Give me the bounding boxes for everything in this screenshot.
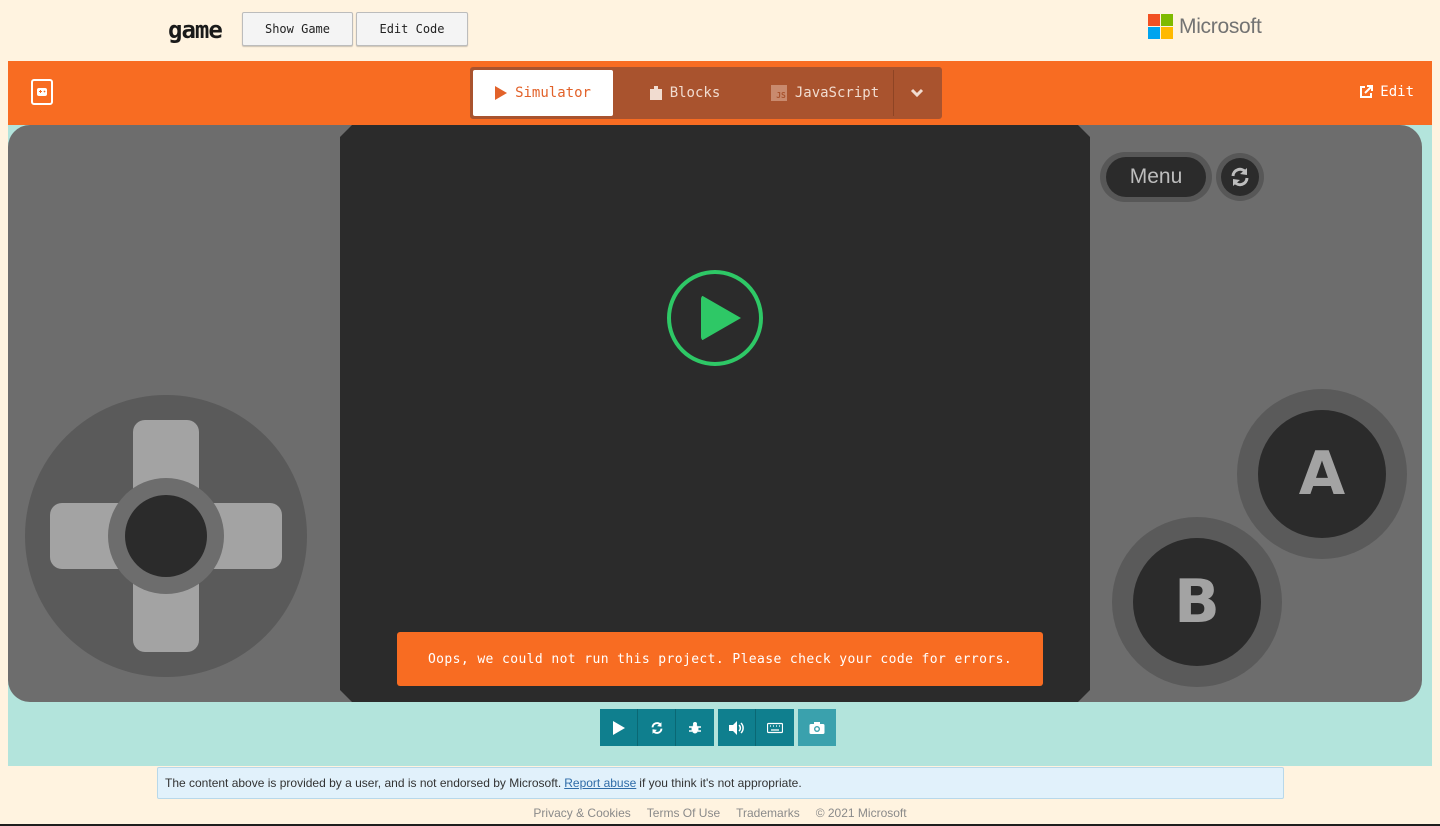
disclaimer-text-end: if you think it's not appropriate. [639, 776, 802, 790]
play-icon [612, 720, 625, 735]
dpad[interactable] [25, 395, 307, 677]
top-bar: game Show Game Edit Code Microsoft [0, 0, 1440, 60]
terms-link[interactable]: Terms Of Use [647, 806, 720, 820]
play-icon [701, 295, 741, 341]
sound-button[interactable] [718, 709, 756, 746]
editor-header: Simulator Blocks JS JavaScript Edit [8, 61, 1432, 125]
copyright-text: © 2021 Microsoft [815, 806, 907, 820]
b-button-label: B [1133, 538, 1261, 666]
refresh-icon [1221, 158, 1259, 196]
tab-blocks[interactable]: Blocks [613, 70, 757, 116]
camera-icon [809, 721, 825, 734]
refresh-icon [651, 721, 662, 734]
screenshot-button[interactable] [798, 709, 836, 746]
arcade-logo-icon[interactable] [31, 79, 53, 105]
keyboard-icon [767, 722, 783, 733]
page-title: game [168, 16, 223, 44]
chevron-down-icon [910, 88, 923, 98]
report-abuse-link[interactable]: Report abuse [564, 776, 636, 790]
game-console: Oops, we could not run this project. Ple… [8, 125, 1422, 702]
microsoft-squares-icon [1148, 14, 1173, 39]
volume-icon [728, 720, 744, 735]
toolbar-group-run [600, 709, 714, 746]
dpad-center [125, 495, 207, 577]
edit-link-label: Edit [1380, 84, 1414, 100]
edit-code-button[interactable]: Edit Code [356, 12, 468, 46]
user-content-disclaimer: The content above is provided by a user,… [157, 767, 1284, 799]
gamepad-icon [37, 88, 47, 96]
play-button[interactable] [667, 270, 763, 366]
tab-simulator[interactable]: Simulator [473, 70, 613, 116]
b-button[interactable]: B [1112, 517, 1282, 687]
disclaimer-text: The content above is provided by a user,… [165, 776, 562, 790]
footer-links: Privacy & Cookies Terms Of Use Trademark… [0, 806, 1440, 820]
editor-tab-group: Simulator Blocks JS JavaScript [470, 67, 942, 119]
toolbar-group-io [718, 709, 794, 746]
reset-button[interactable] [1216, 153, 1264, 201]
external-link-icon [1360, 85, 1374, 98]
microsoft-logo[interactable]: Microsoft [1148, 14, 1262, 39]
bug-icon [689, 721, 701, 733]
simulator-toolbar [600, 709, 836, 746]
microsoft-wordmark: Microsoft [1179, 14, 1262, 38]
javascript-icon: JS [770, 85, 787, 101]
a-button[interactable]: A [1237, 389, 1407, 559]
play-icon [495, 86, 508, 100]
toolbar-group-capture [798, 709, 836, 746]
run-button[interactable] [600, 709, 638, 746]
tab-simulator-label: Simulator [515, 85, 591, 101]
a-button-label: A [1258, 410, 1386, 538]
debug-button[interactable] [676, 709, 714, 746]
menu-button-label: Menu [1106, 157, 1206, 197]
simulator-area: Oops, we could not run this project. Ple… [8, 125, 1432, 766]
tab-javascript-label: JavaScript [794, 85, 880, 101]
privacy-link[interactable]: Privacy & Cookies [533, 806, 630, 820]
error-banner: Oops, we could not run this project. Ple… [397, 632, 1043, 686]
tab-javascript[interactable]: JS JavaScript [757, 70, 893, 116]
trademarks-link[interactable]: Trademarks [736, 806, 800, 820]
show-game-button[interactable]: Show Game [242, 12, 353, 46]
tab-more-dropdown[interactable] [893, 70, 939, 116]
restart-button[interactable] [638, 709, 676, 746]
keyboard-button[interactable] [756, 709, 794, 746]
tab-blocks-label: Blocks [669, 85, 721, 101]
menu-button[interactable]: Menu [1100, 152, 1212, 202]
game-screen[interactable]: Oops, we could not run this project. Ple… [340, 125, 1090, 702]
edit-link[interactable]: Edit [1358, 84, 1414, 100]
puzzle-icon [649, 86, 662, 100]
